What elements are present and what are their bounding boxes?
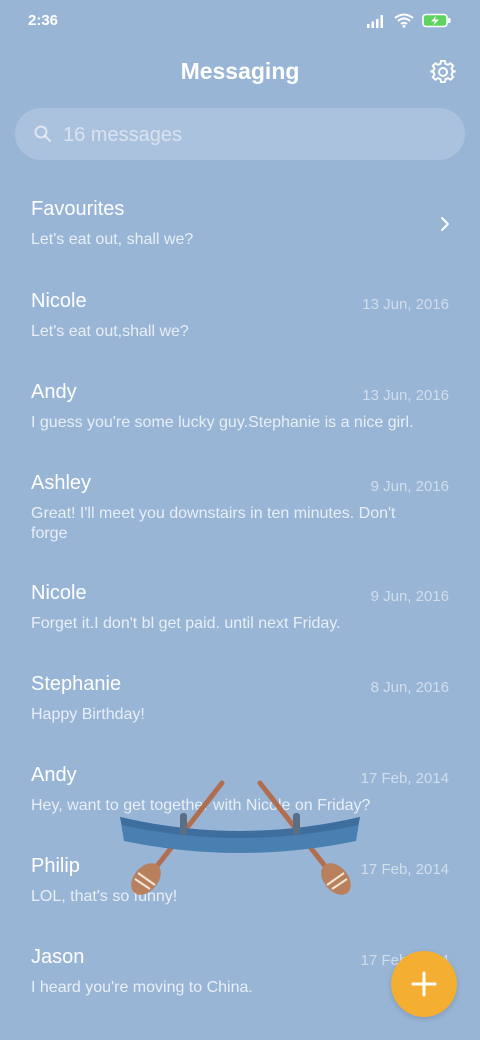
signal-icon	[367, 14, 383, 28]
thread-preview: Happy Birthday!	[31, 706, 145, 723]
search-input[interactable]	[61, 108, 445, 162]
thread-preview: Great! I'll meet you downstairs in ten m…	[31, 505, 396, 542]
thread-name: Andy	[31, 381, 77, 403]
search-icon	[34, 125, 52, 143]
thread-name: Nicole	[31, 290, 87, 312]
thread-date: 9 Jun, 2016	[370, 588, 449, 605]
thread-item[interactable]: Andy 13 Jun, 2016 I guess you're some lu…	[0, 363, 480, 449]
thread-preview: Forget it.I don't bl get paid. until nex…	[31, 615, 341, 632]
status-time: 2:36	[28, 12, 59, 29]
thread-date: 13 Jun, 2016	[362, 296, 449, 313]
thread-name: Jason	[31, 946, 85, 968]
thread-name: Nicole	[31, 582, 87, 604]
header: Messaging	[0, 50, 480, 94]
thread-date: 17 Feb, 2014	[360, 770, 449, 787]
thread-date: 13 Jun, 2016	[362, 387, 449, 404]
thread-date: 8 Jun, 2016	[370, 679, 449, 696]
thread-preview: LOL, that's so funny!	[31, 888, 178, 905]
thread-item[interactable]: Philip 17 Feb, 2014 LOL, that's so funny…	[0, 837, 480, 923]
wifi-icon	[394, 13, 414, 28]
thread-preview: Let's eat out, shall we?	[31, 231, 194, 248]
thread-name: Favourites	[31, 198, 125, 220]
thread-preview: I guess you're some lucky guy.Stephanie …	[31, 414, 414, 431]
status-bar: 2:36	[0, 0, 480, 44]
settings-button[interactable]	[430, 59, 456, 85]
thread-preview: Hey, want to get together with Nicole on…	[31, 797, 371, 814]
thread-name: Andy	[31, 764, 77, 786]
thread-item[interactable]: Nicole 9 Jun, 2016 Forget it.I don't bl …	[0, 564, 480, 650]
plus-icon	[411, 971, 437, 997]
status-icons	[366, 13, 452, 28]
new-message-button[interactable]	[391, 951, 457, 1017]
favourites-item[interactable]: Favourites Let's eat out, shall we?	[0, 180, 480, 266]
chevron-right-icon	[441, 217, 449, 231]
thread-preview: Let's eat out,shall we?	[31, 323, 189, 340]
thread-item[interactable]: Nicole 13 Jun, 2016 Let's eat out,shall …	[0, 272, 480, 358]
thread-item[interactable]: Andy 17 Feb, 2014 Hey, want to get toget…	[0, 746, 480, 832]
thread-date: 17 Feb, 2014	[360, 861, 449, 878]
thread-item[interactable]: Stephanie 8 Jun, 2016 Happy Birthday!	[0, 655, 480, 741]
page-title: Messaging	[180, 58, 300, 84]
search-bar[interactable]	[15, 108, 465, 162]
thread-name: Ashley	[31, 472, 92, 494]
gear-icon	[430, 59, 456, 84]
thread-date: 9 Jun, 2016	[370, 478, 449, 495]
thread-name: Philip	[31, 855, 80, 877]
thread-item[interactable]: Ashley 9 Jun, 2016 Great! I'll meet you …	[0, 454, 480, 554]
thread-preview: I heard you're moving to China.	[31, 979, 253, 996]
battery-charging-icon	[422, 13, 451, 28]
thread-name: Stephanie	[31, 673, 122, 695]
